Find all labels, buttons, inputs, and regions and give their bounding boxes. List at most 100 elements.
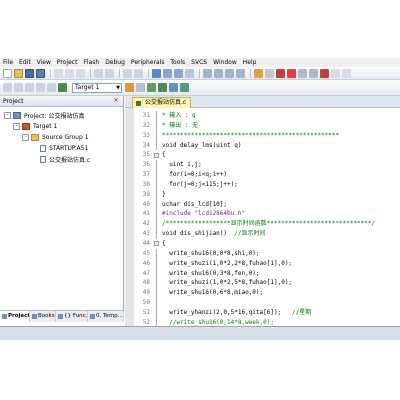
menu-item-svcs[interactable]: SVCS (191, 58, 207, 67)
debug-session-icon[interactable] (276, 68, 285, 78)
editor-tab-active[interactable]: 公交报站仿真.c (132, 97, 192, 108)
breakpoint-toggle-icon[interactable] (298, 68, 307, 78)
target-select-value: Target 1 (75, 83, 100, 91)
code-comment: //星期 (292, 308, 312, 316)
code-area[interactable]: 31 * 输入 : q 32 * 输出 : 无 33 ******************… (125, 108, 400, 326)
breakpoint-icon[interactable] (287, 68, 296, 78)
menu-item-project[interactable]: Project (57, 58, 78, 67)
target-select[interactable]: Target 1 ▼ (72, 82, 122, 93)
panel-tab[interactable]: {} Func... (56, 311, 88, 322)
code-line: 33 **************************************… (134, 130, 400, 141)
new-file-icon[interactable] (3, 68, 12, 78)
config-icon[interactable] (342, 68, 351, 78)
fold-toggle-icon[interactable]: - (154, 152, 159, 158)
stop-build-icon[interactable] (47, 83, 56, 92)
tree-expander-icon[interactable]: - (13, 123, 20, 130)
build-icon[interactable] (14, 83, 23, 92)
menu-item-peripherals[interactable]: Peripherals (131, 58, 164, 67)
line-number: 33 (142, 131, 150, 139)
panel-tab[interactable]: 0. Temp... (88, 311, 124, 322)
fold-guide (156, 160, 157, 171)
panel-tab[interactable]: Project (0, 311, 30, 322)
tree-item[interactable]: 公交报站仿真.c (0, 154, 123, 165)
close-icon[interactable]: ✕ (112, 97, 120, 105)
fold-guide (156, 120, 157, 131)
tree-expander-icon[interactable]: - (4, 112, 11, 119)
line-number: 40 (142, 200, 150, 208)
indent-icon[interactable] (203, 68, 212, 78)
code-line: 48 write_shuzi(1,0*2,5*8,fuhao[1],0); (134, 278, 400, 289)
rebuild-icon[interactable] (25, 83, 34, 92)
cut-icon[interactable] (54, 68, 63, 78)
panel-tab-label: Books (38, 313, 55, 319)
code-line: 32 * 输出 : 无 (134, 120, 400, 131)
editor-tab-bar: 公交报站仿真.c (125, 96, 400, 108)
find-in-files-icon[interactable] (254, 68, 263, 78)
code-text-code: write_yhanzi(2,0,5*16,qita[6]); (162, 308, 293, 316)
kill-breakpoints-icon[interactable] (320, 68, 329, 78)
next-bookmark-icon[interactable] (174, 68, 183, 78)
toolbar-separator (199, 68, 200, 78)
pack-installer-icon[interactable] (158, 83, 167, 92)
outdent-icon[interactable] (214, 68, 223, 78)
line-number: 52 (142, 318, 150, 326)
nav-back-icon[interactable] (123, 68, 132, 78)
batch-build-icon[interactable] (36, 83, 45, 92)
panel-tab-label: Project (8, 313, 30, 319)
menu-item-file[interactable]: File (3, 58, 13, 67)
breakpoint-margin[interactable] (125, 108, 134, 326)
bookmark-icon[interactable] (152, 68, 161, 78)
line-number: 49 (142, 289, 150, 297)
prev-bookmark-icon[interactable] (163, 68, 172, 78)
redo-icon[interactable] (105, 68, 114, 78)
tree-item[interactable]: - Target 1 (0, 121, 123, 132)
select-packs-icon[interactable] (180, 83, 189, 92)
target-options-icon[interactable] (125, 83, 134, 92)
code-line: 51 write_yhanzi(2,0,5*16,qita[6]); //星期 (134, 307, 400, 318)
copy-icon[interactable] (65, 68, 74, 78)
rte-icon[interactable] (169, 83, 178, 92)
download-icon[interactable] (58, 83, 67, 92)
save-icon[interactable] (25, 68, 34, 78)
code-line: 37 for(i=0;i<q;i++) (134, 170, 400, 180)
tree-item[interactable]: - Source Group 1 (0, 132, 123, 143)
save-all-icon[interactable] (36, 68, 45, 78)
panel-tab[interactable]: Books (30, 311, 56, 322)
find-icon[interactable] (265, 68, 274, 78)
tree-expander-icon[interactable]: - (22, 134, 29, 141)
menu-item-edit[interactable]: Edit (19, 58, 31, 67)
panel-title: Project (3, 97, 24, 105)
uncomment-icon[interactable] (236, 68, 245, 78)
window-icon[interactable] (331, 68, 340, 78)
tree-item[interactable]: - Project: 公交报站仿真 (0, 110, 123, 121)
breakpoint-clear-icon[interactable] (309, 68, 318, 78)
comment-icon[interactable] (225, 68, 234, 78)
file-extensions-icon[interactable] (136, 83, 145, 92)
tree-item[interactable]: STARTUP.A51 (0, 143, 123, 154)
menu-item-help[interactable]: Help (243, 58, 257, 67)
manage-components-icon[interactable] (147, 83, 156, 92)
code-text: void dis_shijian() //显示时间 (162, 229, 265, 239)
menu-item-debug[interactable]: Debug (105, 58, 125, 67)
editor-tab-label: 公交报站仿真.c (145, 99, 187, 106)
fold-guide (156, 317, 157, 326)
code-text: * 输入 : q (162, 112, 196, 119)
chevron-down-icon: ▼ (116, 84, 120, 91)
fold-toggle-icon[interactable]: - (154, 241, 159, 247)
nav-forward-icon[interactable] (134, 68, 143, 78)
line-number: 39 (142, 190, 150, 198)
paste-icon[interactable] (76, 68, 85, 78)
menu-item-view[interactable]: View (37, 58, 51, 67)
undo-icon[interactable] (94, 68, 103, 78)
clear-bookmarks-icon[interactable] (185, 68, 194, 78)
code-text: { (162, 151, 166, 159)
menu-item-flash[interactable]: Flash (83, 58, 99, 67)
code-line: 40 uchar dis_lcd[10]; (134, 199, 400, 210)
translate-icon[interactable] (3, 83, 12, 92)
menu-item-tools[interactable]: Tools (170, 58, 185, 67)
menu-item-window[interactable]: Window (213, 58, 237, 67)
code-line: 36 uint i,j; (134, 160, 400, 171)
open-folder-icon[interactable] (14, 68, 23, 78)
file-icon (40, 145, 46, 152)
code-line: 50 (134, 298, 400, 308)
